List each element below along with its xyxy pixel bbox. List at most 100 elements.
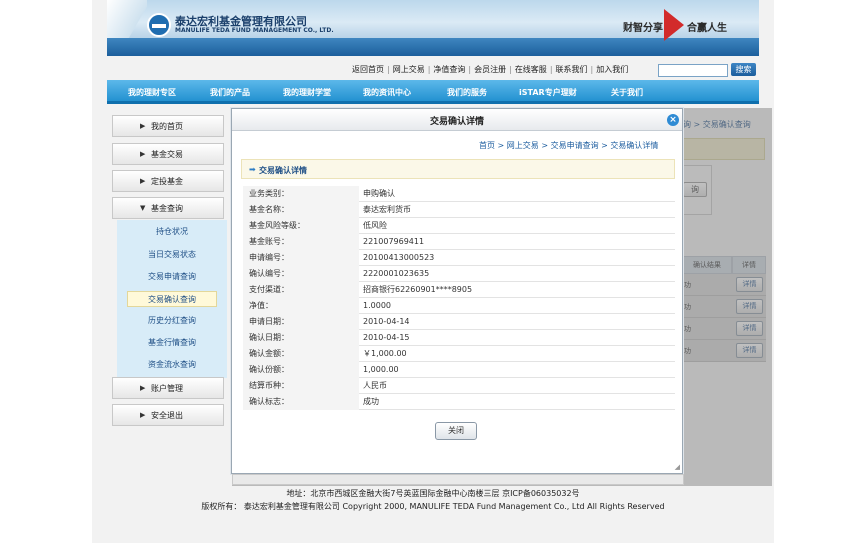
sidebar-item-label: 账户管理 <box>151 384 183 393</box>
sidebar-item-label: 基金交易 <box>151 150 183 159</box>
footer-copyright: 版权所有： 泰达宏利基金管理有限公司 Copyright 2000, MANUL… <box>201 502 665 511</box>
detail-value: 招商银行62260901****8905 <box>363 285 473 294</box>
top-link-home[interactable]: 返回首页 <box>352 65 384 74</box>
detail-value: 221007969411 <box>363 237 425 246</box>
detail-row: 申请日期： 2010-04-14 <box>243 314 675 330</box>
detail-key: 业务类别： <box>243 186 359 202</box>
detail-row: 确认金额： ￥1,000.00 <box>243 346 675 362</box>
detail-row: 确认份额： 1,000.00 <box>243 362 675 378</box>
nav-istar[interactable]: iSTAR专户理财 <box>519 87 577 98</box>
triangle-down-icon: ▼ <box>140 204 146 212</box>
nav-products[interactable]: 我们的产品 <box>210 87 250 98</box>
sidebar-item-account[interactable]: ▶ 账户管理 <box>112 377 224 399</box>
detail-row: 结算币种： 人民币 <box>243 378 675 394</box>
submenu-cashflow-query[interactable]: 资金流水查询 <box>127 357 217 373</box>
top-link-online-trade[interactable]: 网上交易 <box>393 65 425 74</box>
detail-value: 2220001023635 <box>363 269 430 278</box>
detail-value: 2010-04-15 <box>363 333 410 342</box>
detail-value: 20100413000523 <box>363 253 435 262</box>
nav-info-center[interactable]: 我的资讯中心 <box>363 87 411 98</box>
detail-key: 基金风险等级： <box>243 218 359 234</box>
triangle-right-icon: ▶ <box>140 411 146 419</box>
nav-school[interactable]: 我的理财学堂 <box>283 87 331 98</box>
slogan-arrow-icon <box>664 9 684 41</box>
sidebar-item-home[interactable]: ▶ 我的首页 <box>112 115 224 137</box>
dialog-breadcrumb[interactable]: 首页 > 网上交易 > 交易申请查询 > 交易确认详情 <box>479 140 658 151</box>
sidebar-item-fund-query[interactable]: ▼ 基金查询 <box>112 197 224 219</box>
detail-key: 申请日期： <box>243 314 359 330</box>
header-banner: 泰达宏利基金管理有限公司 MANULIFE TEDA FUND MANAGEME… <box>107 0 759 56</box>
dialog-titlebar[interactable]: 交易确认详情 × <box>232 109 682 131</box>
detail-row: 基金名称： 泰达宏利货币 <box>243 202 675 218</box>
submenu-market-query[interactable]: 基金行情查询 <box>127 335 217 351</box>
search-input[interactable] <box>658 64 728 77</box>
dialog-scroll-bar[interactable] <box>232 474 684 485</box>
detail-value: 2010-04-14 <box>363 317 410 326</box>
detail-key: 申请编号： <box>243 250 359 266</box>
sidebar-item-fund-trade[interactable]: ▶ 基金交易 <box>112 143 224 165</box>
confirm-detail-dialog: 交易确认详情 × 首页 > 网上交易 > 交易申请查询 > 交易确认详情 ➡ 交… <box>231 108 683 474</box>
sidebar-item-fixed-invest[interactable]: ▶ 定投基金 <box>112 170 224 192</box>
detail-key: 支付渠道： <box>243 282 359 298</box>
sidebar-item-label: 定投基金 <box>151 177 183 186</box>
sidebar-item-label: 安全退出 <box>151 411 183 420</box>
top-link-register[interactable]: 会员注册 <box>474 65 506 74</box>
detail-key: 确认日期： <box>243 330 359 346</box>
search-button[interactable]: 搜索 <box>731 63 756 76</box>
detail-value: 申购确认 <box>363 189 395 198</box>
nav-about[interactable]: 关于我们 <box>611 87 643 98</box>
detail-row: 确认编号： 2220001023635 <box>243 266 675 282</box>
sidebar-item-label: 基金查询 <box>151 204 183 213</box>
sidebar-item-label: 我的首页 <box>151 122 183 131</box>
submenu-holdings[interactable]: 持仓状况 <box>127 224 217 240</box>
nav-band <box>107 101 759 104</box>
company-name-en: MANULIFE TEDA FUND MANAGEMENT CO., LTD. <box>175 27 334 34</box>
detail-key: 基金名称： <box>243 202 359 218</box>
detail-row: 申请编号： 20100413000523 <box>243 250 675 266</box>
slogan-right: 合赢人生 <box>687 23 727 34</box>
dialog-title: 交易确认详情 <box>429 117 484 127</box>
nav-my-finance[interactable]: 我的理财专区 <box>128 87 176 98</box>
detail-key: 净值： <box>243 298 359 314</box>
sea-image <box>107 38 759 56</box>
arrow-right-icon: ➡ <box>249 165 256 174</box>
submenu-today-status[interactable]: 当日交易状态 <box>127 247 217 263</box>
detail-key: 确认金额： <box>243 346 359 362</box>
detail-key: 结算币种： <box>243 378 359 394</box>
footer-address: 地址：北京市西城区金融大街7号英蓝国际金融中心南楼三层 京ICP备0603503… <box>286 489 580 498</box>
top-link-nav-query[interactable]: 净值查询 <box>433 65 465 74</box>
detail-key: 确认标志： <box>243 394 359 410</box>
detail-row: 支付渠道： 招商银行62260901****8905 <box>243 282 675 298</box>
submenu-dividend-query[interactable]: 历史分红查询 <box>127 313 217 329</box>
submenu-apply-query[interactable]: 交易申请查询 <box>127 269 217 285</box>
detail-row: 基金风险等级： 低风险 <box>243 218 675 234</box>
detail-row: 基金账号： 221007969411 <box>243 234 675 250</box>
close-button[interactable]: 关闭 <box>435 422 477 440</box>
top-link-contact[interactable]: 联系我们 <box>556 65 588 74</box>
top-link-online-service[interactable]: 在线客服 <box>515 65 547 74</box>
main-nav: 我的理财专区 我们的产品 我的理财学堂 我的资讯中心 我们的服务 iSTAR专户… <box>107 80 759 104</box>
detail-key: 确认编号： <box>243 266 359 282</box>
detail-value: 低风险 <box>363 221 387 230</box>
triangle-right-icon: ▶ <box>140 150 146 158</box>
sidebar-item-logout[interactable]: ▶ 安全退出 <box>112 404 224 426</box>
resize-grip-icon[interactable]: ◢ <box>675 463 680 471</box>
detail-value: 1.0000 <box>363 301 391 310</box>
detail-value: 泰达宏利货币 <box>363 205 411 214</box>
top-links: 返回首页 | 网上交易 | 净值查询 | 会员注册 | 在线客服 | 联系我们 | 加入我们 <box>352 65 629 74</box>
detail-key: 基金账号： <box>243 234 359 250</box>
top-link-join[interactable]: 加入我们 <box>596 65 628 74</box>
triangle-right-icon: ▶ <box>140 177 146 185</box>
triangle-right-icon: ▶ <box>140 122 146 130</box>
section-title: 交易确认详情 <box>259 166 307 175</box>
submenu-confirm-query[interactable]: 交易确认查询 <box>127 291 217 307</box>
triangle-right-icon: ▶ <box>140 384 146 392</box>
detail-value: ￥1,000.00 <box>363 349 407 358</box>
nav-services[interactable]: 我们的服务 <box>447 87 487 98</box>
logo-icon <box>147 13 171 37</box>
detail-value: 人民币 <box>363 381 387 390</box>
close-icon[interactable]: × <box>667 114 679 126</box>
sidebar-submenu: 持仓状况 当日交易状态 交易申请查询 交易确认查询 历史分红查询 基金行情查询 … <box>117 220 227 378</box>
detail-row: 确认标志： 成功 <box>243 394 675 410</box>
detail-row: 业务类别： 申购确认 <box>243 186 675 202</box>
